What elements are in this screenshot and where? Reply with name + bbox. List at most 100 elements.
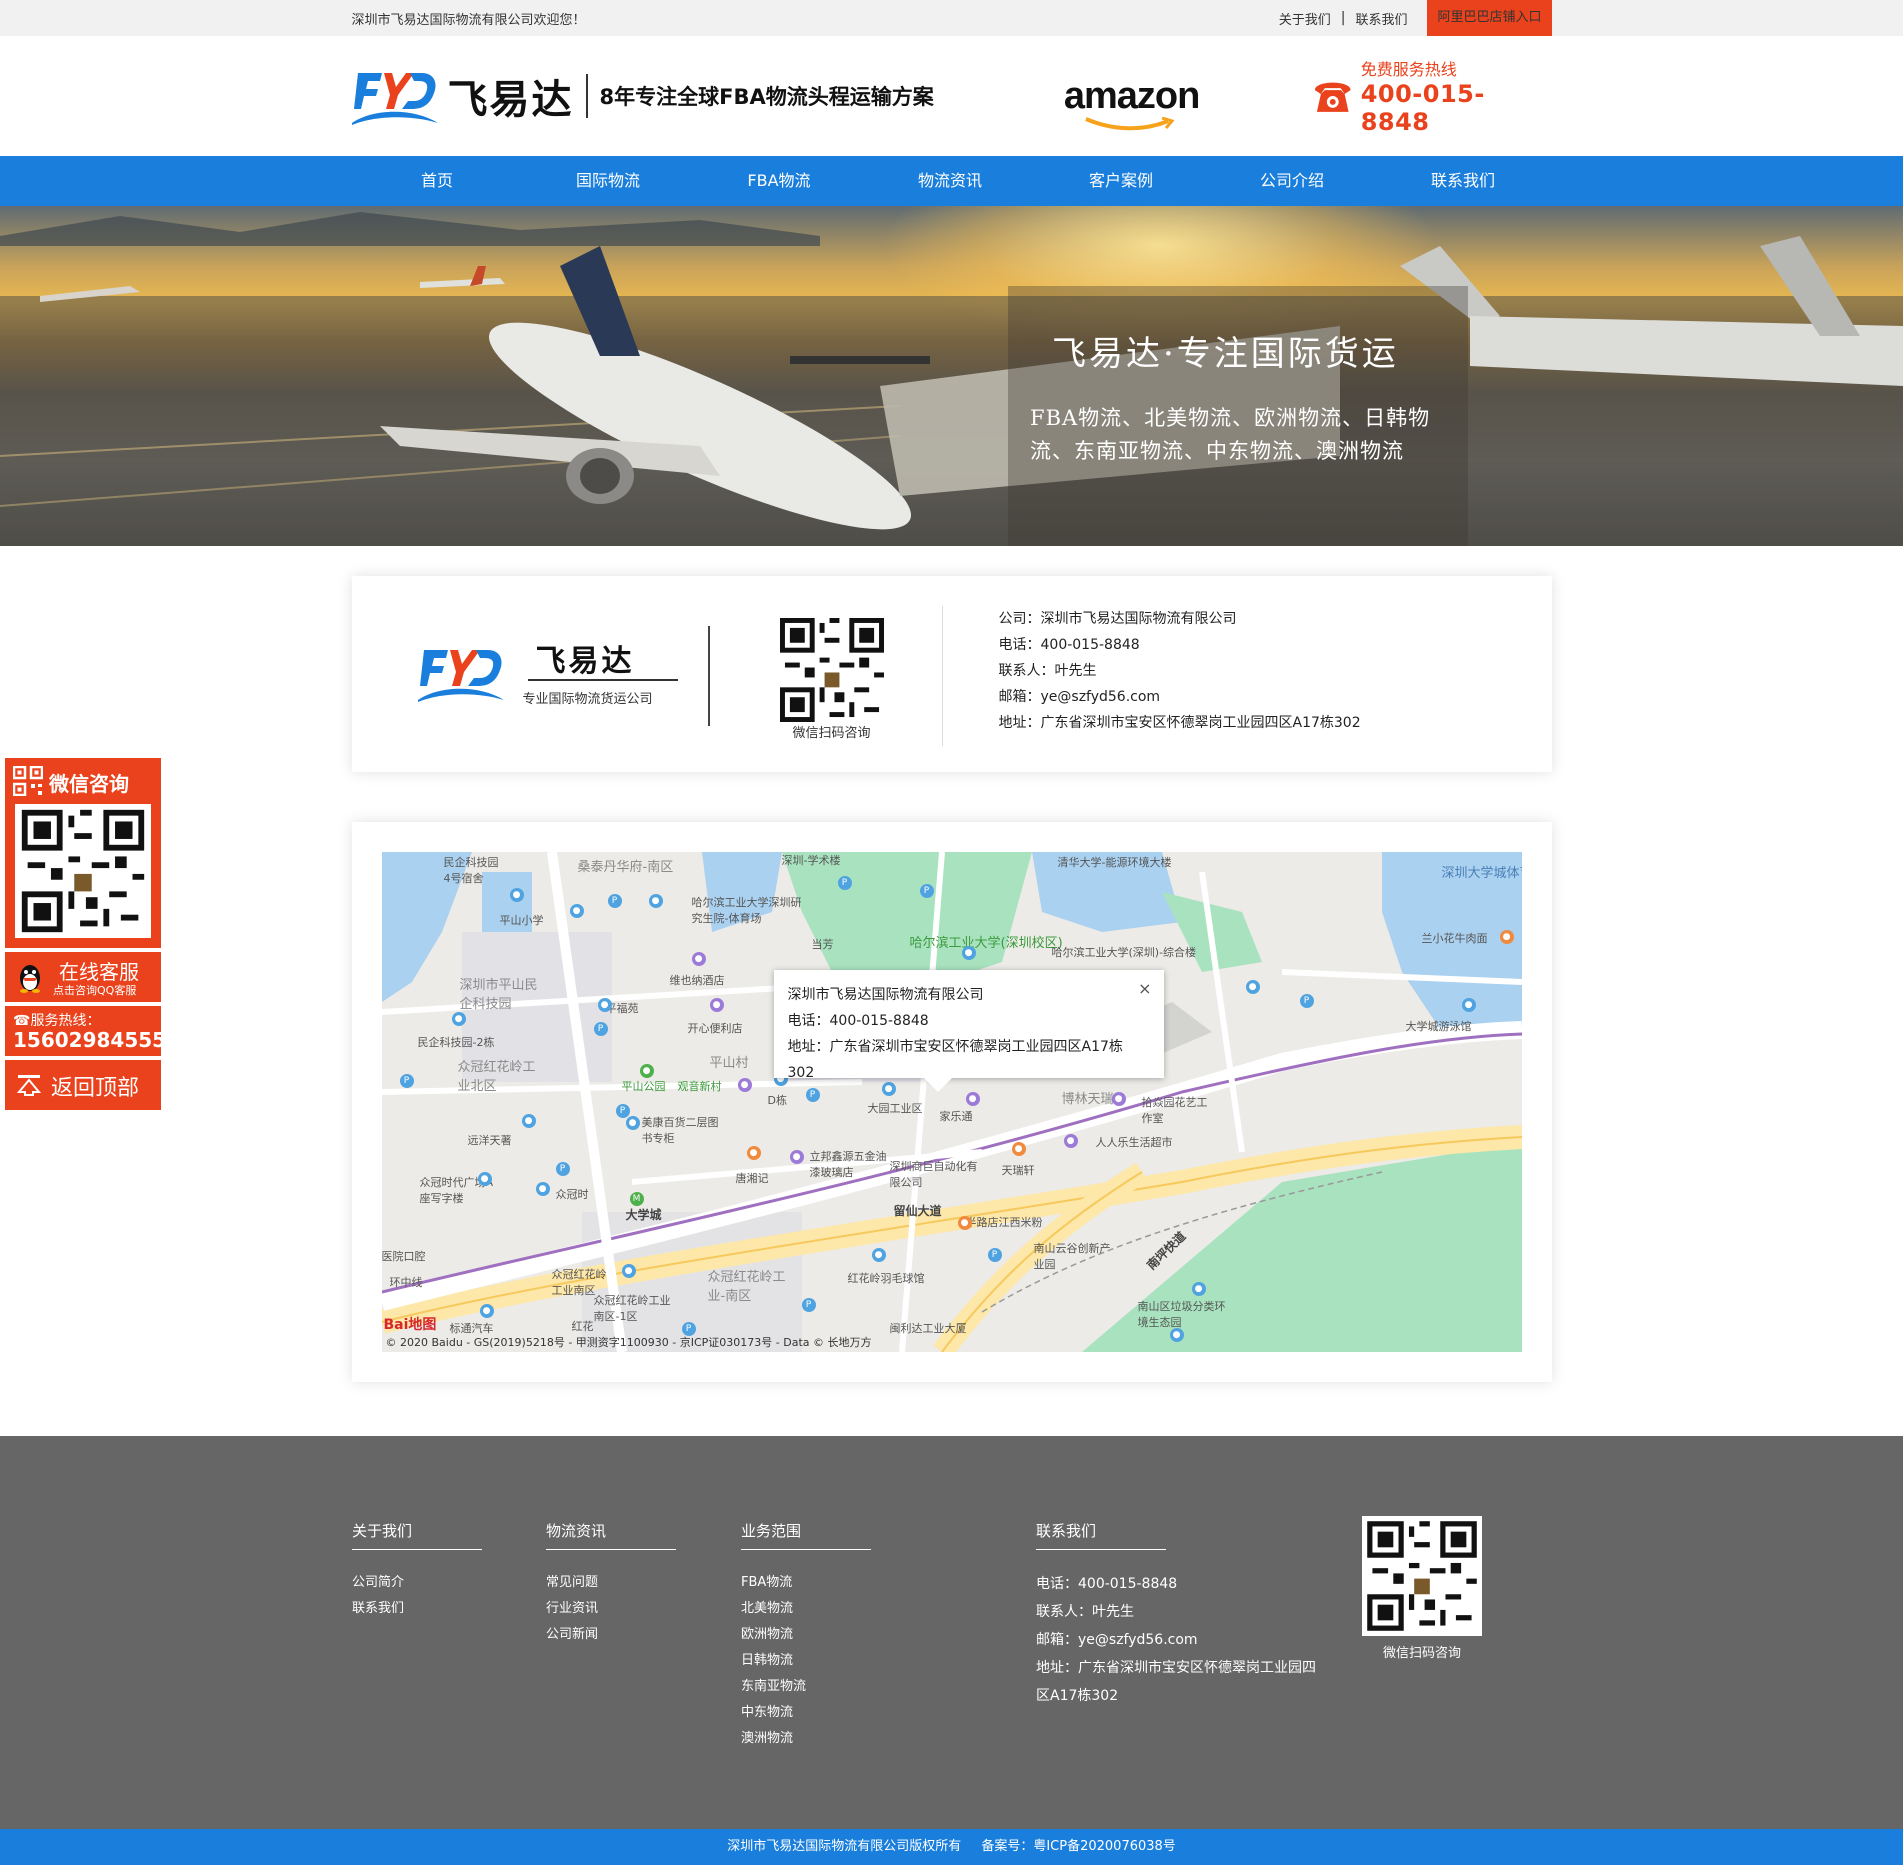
map-poi-pin[interactable]: P <box>987 1248 1002 1262</box>
topbar-link-about[interactable]: 关于我们 <box>1269 9 1341 28</box>
map-poi-pin[interactable]: P <box>1299 994 1314 1008</box>
map-poi-pin[interactable]: ● <box>871 1248 886 1262</box>
footer-link[interactable]: 公司简介 <box>352 1570 482 1596</box>
top-bar: 深圳市飞易达国际物流有限公司欢迎您！ 关于我们 | 联系我们 阿里巴巴店铺入口 <box>0 0 1903 36</box>
map-poi-pin[interactable]: ● <box>521 1114 536 1128</box>
nav-item-contact[interactable]: 联系我们 <box>1378 156 1549 206</box>
map-label-sangtai: 桑泰丹华府-南区 <box>577 860 674 875</box>
map-label-academic: 深圳-学术楼 <box>781 854 841 867</box>
footer-email[interactable]: 邮箱：ye@szfyd56.com <box>1036 1626 1326 1654</box>
nav-item-intl-logistics[interactable]: 国际物流 <box>523 156 694 206</box>
nav-item-about[interactable]: 公司介绍 <box>1207 156 1378 206</box>
map-poi-pin[interactable]: ● <box>1499 930 1514 944</box>
nav-item-fba[interactable]: FBA物流 <box>694 156 865 206</box>
map-poi-pin[interactable]: P <box>555 1162 570 1176</box>
amazon-logo: amazon <box>1063 74 1311 130</box>
map-poi-pin[interactable]: ● <box>961 946 976 960</box>
map-poi-pin[interactable]: ● <box>1169 1328 1184 1342</box>
map-poi-pin[interactable]: M <box>629 1192 644 1206</box>
nav-item-home[interactable]: 首页 <box>352 156 523 206</box>
map-poi-pin[interactable]: ● <box>957 1216 972 1230</box>
map-poi-pin[interactable]: ● <box>789 1150 804 1164</box>
map-poi-pin[interactable]: ● <box>1245 980 1260 994</box>
footer-link[interactable]: 公司新闻 <box>546 1622 676 1648</box>
card-email[interactable]: 邮箱：ye@szfyd56.com <box>999 684 1361 710</box>
contact-card: 飞易达 专业国际物流货运公司 微信扫码咨询 公司：深圳市飞易达国际物流有限公司 … <box>351 576 1552 772</box>
map-label-hit-sz-gym: 哈尔滨工业大学深圳研究生院-体育场 <box>691 896 802 925</box>
map-poi-pin[interactable]: ● <box>648 894 663 908</box>
footer-link[interactable]: 日韩物流 <box>741 1648 871 1674</box>
card-address: 地址：广东省深圳市宝安区怀德翠岗工业园四区A17栋302 <box>998 715 1361 731</box>
baidu-map[interactable]: 民企科技园 4号宿舍 桑泰丹华府-南区 深圳-学术楼 清华大学-能源环境大楼 深… <box>381 852 1522 1352</box>
footer-link[interactable]: 常见问题 <box>546 1570 676 1596</box>
amazon-wordmark: amazon <box>1063 74 1200 117</box>
side-back-to-top-button[interactable]: 返回顶部 <box>5 1060 161 1110</box>
alibaba-store-button[interactable]: 阿里巴巴店铺入口 <box>1427 0 1552 36</box>
map-label-honghua: 红花 <box>571 1320 594 1333</box>
map-label-lingyuan: 拾焱园花艺工作室 <box>1141 1096 1208 1125</box>
footer-news-title: 物流资讯 <box>546 1520 676 1550</box>
map-poi-pin[interactable]: P <box>805 1088 820 1102</box>
nav-item-news[interactable]: 物流资讯 <box>865 156 1036 206</box>
map-poi-pin[interactable]: ● <box>1063 1134 1078 1148</box>
hero-banner: 飞易达·专注国际货运 FBA物流、北美物流、欧洲物流、日韩物流、东南亚物流、中东… <box>0 206 1903 546</box>
footer-link[interactable]: 行业资讯 <box>546 1596 676 1622</box>
card-company: 公司：深圳市飞易达国际物流有限公司 <box>998 611 1237 627</box>
map-label-jialetong: 家乐通 <box>939 1110 973 1123</box>
popup-close-icon[interactable]: × <box>1138 976 1151 1002</box>
hotline-label: 免费服务热线 <box>1360 60 1457 79</box>
footer-link[interactable]: 欧洲物流 <box>741 1622 871 1648</box>
icp-text[interactable]: 备案号：粤ICP备2020076038号 <box>981 1839 1175 1854</box>
side-wechat-title: 微信咨询 <box>49 772 129 796</box>
map-poi-pin[interactable]: ● <box>691 952 706 966</box>
map-label-huanzhong: 环中线 <box>389 1276 423 1289</box>
map-poi-pin[interactable]: ● <box>737 1078 752 1092</box>
map-poi-pin[interactable]: P <box>801 1298 816 1312</box>
map-label-szu-gym: 深圳大学城体育中心 <box>1441 866 1522 881</box>
card-brand-subtitle: 专业国际物流货运公司 <box>522 692 653 707</box>
nav-item-cases[interactable]: 客户案例 <box>1036 156 1207 206</box>
map-poi-pin[interactable]: ● <box>1191 1282 1206 1296</box>
footer-link[interactable]: 北美物流 <box>741 1596 871 1622</box>
map-poi-pin[interactable]: ● <box>509 888 524 902</box>
map-poi-pin[interactable]: ● <box>569 904 584 918</box>
topbar-link-contact[interactable]: 联系我们 <box>1345 9 1417 28</box>
side-online-service-button[interactable]: 在线客服 点击咨询QQ客服 <box>5 952 161 1002</box>
map-poi-pin[interactable]: P <box>399 1074 414 1088</box>
map-poi-pin[interactable]: ● <box>625 1116 640 1130</box>
brand[interactable]: 飞易达 8年专注全球FBA物流头程运输方案 <box>351 65 1064 127</box>
map-label-lanxiaohua: 兰小花牛肉面 <box>1421 932 1488 945</box>
arrow-up-icon <box>17 1075 41 1096</box>
map-poi-pin[interactable]: ● <box>1461 998 1476 1012</box>
map-label-hit-sz: 哈尔滨工业大学(深圳校区) <box>909 936 1063 951</box>
map-poi-pin[interactable]: ● <box>597 998 612 1012</box>
map-poi-pin[interactable]: P <box>919 884 934 898</box>
qr-scan-icon <box>13 766 43 796</box>
map-poi-pin[interactable]: P <box>607 894 622 908</box>
footer-link[interactable]: 联系我们 <box>352 1596 482 1622</box>
map-poi-pin[interactable]: ● <box>451 1012 466 1026</box>
map-poi-pin[interactable]: P <box>593 1022 608 1036</box>
map-poi-pin[interactable]: ● <box>1111 1092 1126 1106</box>
footer-link[interactable]: 东南亚物流 <box>741 1674 871 1700</box>
map-poi-pin[interactable]: ● <box>477 1172 492 1186</box>
card-contact-person: 联系人：叶先生 <box>998 663 1097 679</box>
map-poi-pin[interactable]: ● <box>621 1264 636 1278</box>
footer-link[interactable]: 澳洲物流 <box>741 1726 871 1752</box>
banner-title: 飞易达·专注国际货运 <box>1052 334 1399 374</box>
side-wechat-qr-code <box>15 804 151 938</box>
footer-link[interactable]: 中东物流 <box>741 1700 871 1726</box>
map-poi-pin[interactable]: P <box>615 1104 630 1118</box>
footer-link[interactable]: FBA物流 <box>741 1570 871 1596</box>
map-location-marker[interactable]: ● <box>965 1092 980 1106</box>
map-poi-pin[interactable]: ● <box>535 1182 550 1196</box>
map-poi-pin[interactable]: ● <box>639 1064 654 1078</box>
map-poi-pin[interactable]: ● <box>709 998 724 1012</box>
map-poi-pin[interactable]: ● <box>746 1146 761 1160</box>
map-label-daxuecheng: 大学城 <box>625 1208 662 1222</box>
map-card: 民企科技园 4号宿舍 桑泰丹华府-南区 深圳-学术楼 清华大学-能源环境大楼 深… <box>351 822 1552 1382</box>
map-poi-pin[interactable]: ● <box>479 1304 494 1318</box>
map-label-pingshan-park: 平山公园 <box>621 1080 666 1093</box>
map-poi-pin[interactable]: P <box>837 876 852 890</box>
map-poi-pin[interactable]: ● <box>1011 1142 1026 1156</box>
